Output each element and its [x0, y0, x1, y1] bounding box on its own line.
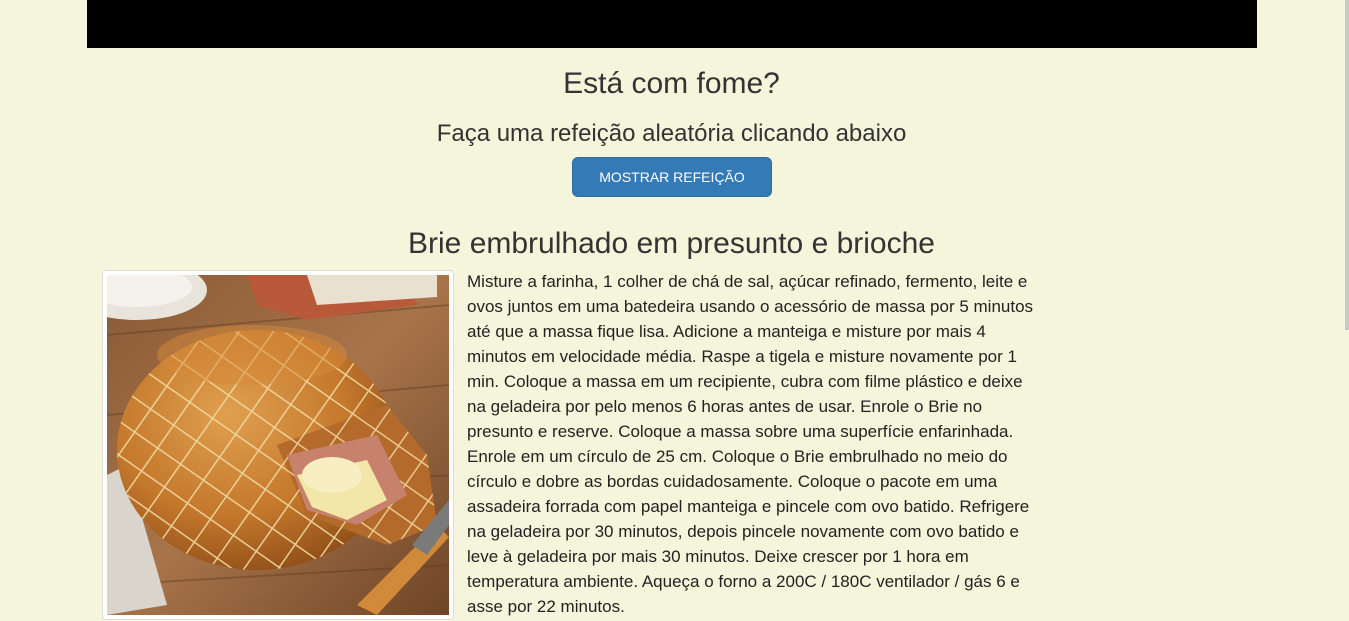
top-navbar — [87, 0, 1257, 48]
scrollbar[interactable] — [1345, 0, 1349, 330]
show-meal-button[interactable]: MOSTRAR REFEIÇÃO — [572, 157, 772, 197]
page-title: Está com fome? — [563, 67, 780, 100]
meal-instructions: Misture a farinha, 1 colher de chá de sa… — [467, 272, 1034, 616]
meal-title: Brie embrulhado em presunto e brioche — [408, 227, 935, 260]
page-subtitle: Faça uma refeição aleatória clicando aba… — [436, 120, 907, 147]
meal-photo — [107, 275, 449, 615]
meal-image — [102, 270, 454, 620]
